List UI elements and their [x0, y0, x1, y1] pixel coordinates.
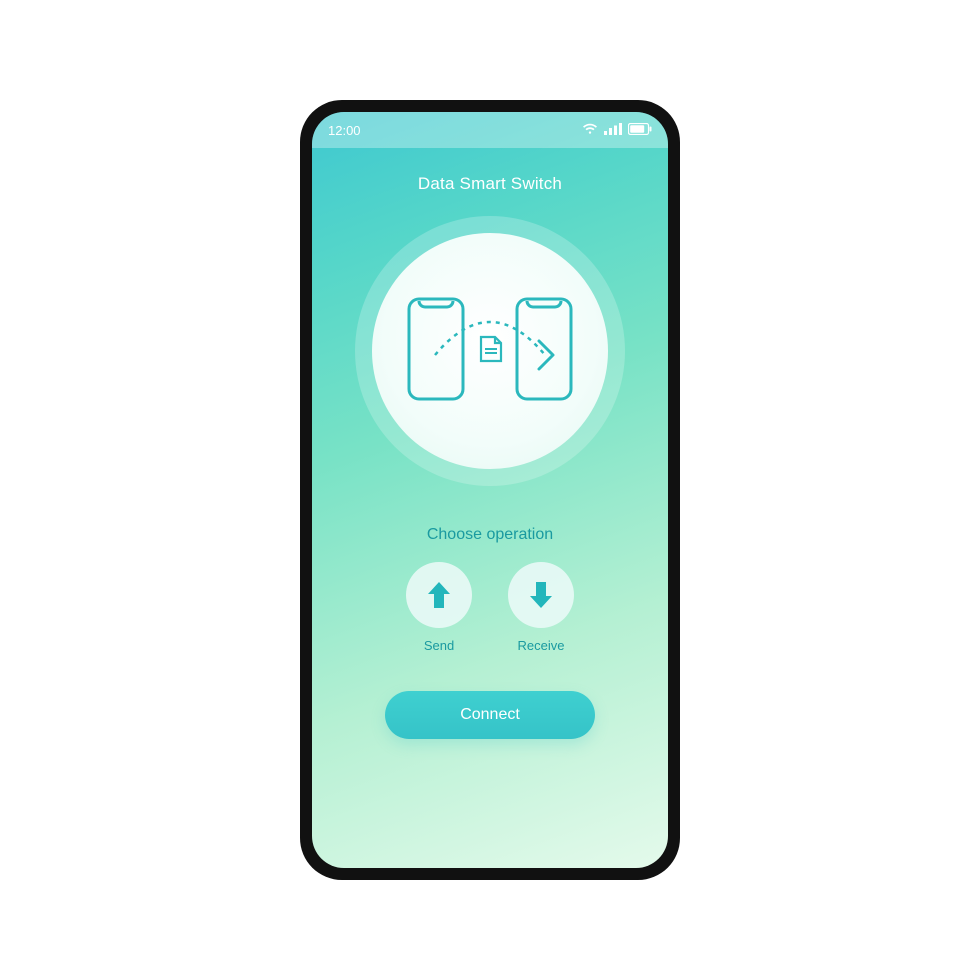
- arrow-up-icon: [406, 562, 472, 628]
- status-bar: 12:00: [312, 112, 668, 148]
- battery-icon: [628, 123, 652, 138]
- connect-button[interactable]: Connect: [385, 691, 595, 739]
- transfer-icon: [395, 279, 585, 424]
- receive-label: Receive: [518, 638, 565, 653]
- operation-options: Send Receive: [312, 562, 668, 653]
- page-title: Data Smart Switch: [312, 174, 668, 194]
- send-button[interactable]: Send: [406, 562, 472, 653]
- signal-icon: [604, 123, 622, 138]
- choose-operation-label: Choose operation: [312, 526, 668, 544]
- send-label: Send: [424, 638, 454, 653]
- arrow-down-icon: [508, 562, 574, 628]
- screen: 12:00 Data Smart Switch: [312, 112, 668, 868]
- receive-button[interactable]: Receive: [508, 562, 574, 653]
- transfer-illustration: [312, 216, 668, 486]
- hero-ring-inner: [372, 233, 608, 469]
- status-icons: [582, 123, 652, 138]
- wifi-icon: [582, 123, 598, 138]
- device-frame: 12:00 Data Smart Switch: [300, 100, 680, 880]
- status-time: 12:00: [328, 123, 361, 138]
- hero-ring-outer: [355, 216, 625, 486]
